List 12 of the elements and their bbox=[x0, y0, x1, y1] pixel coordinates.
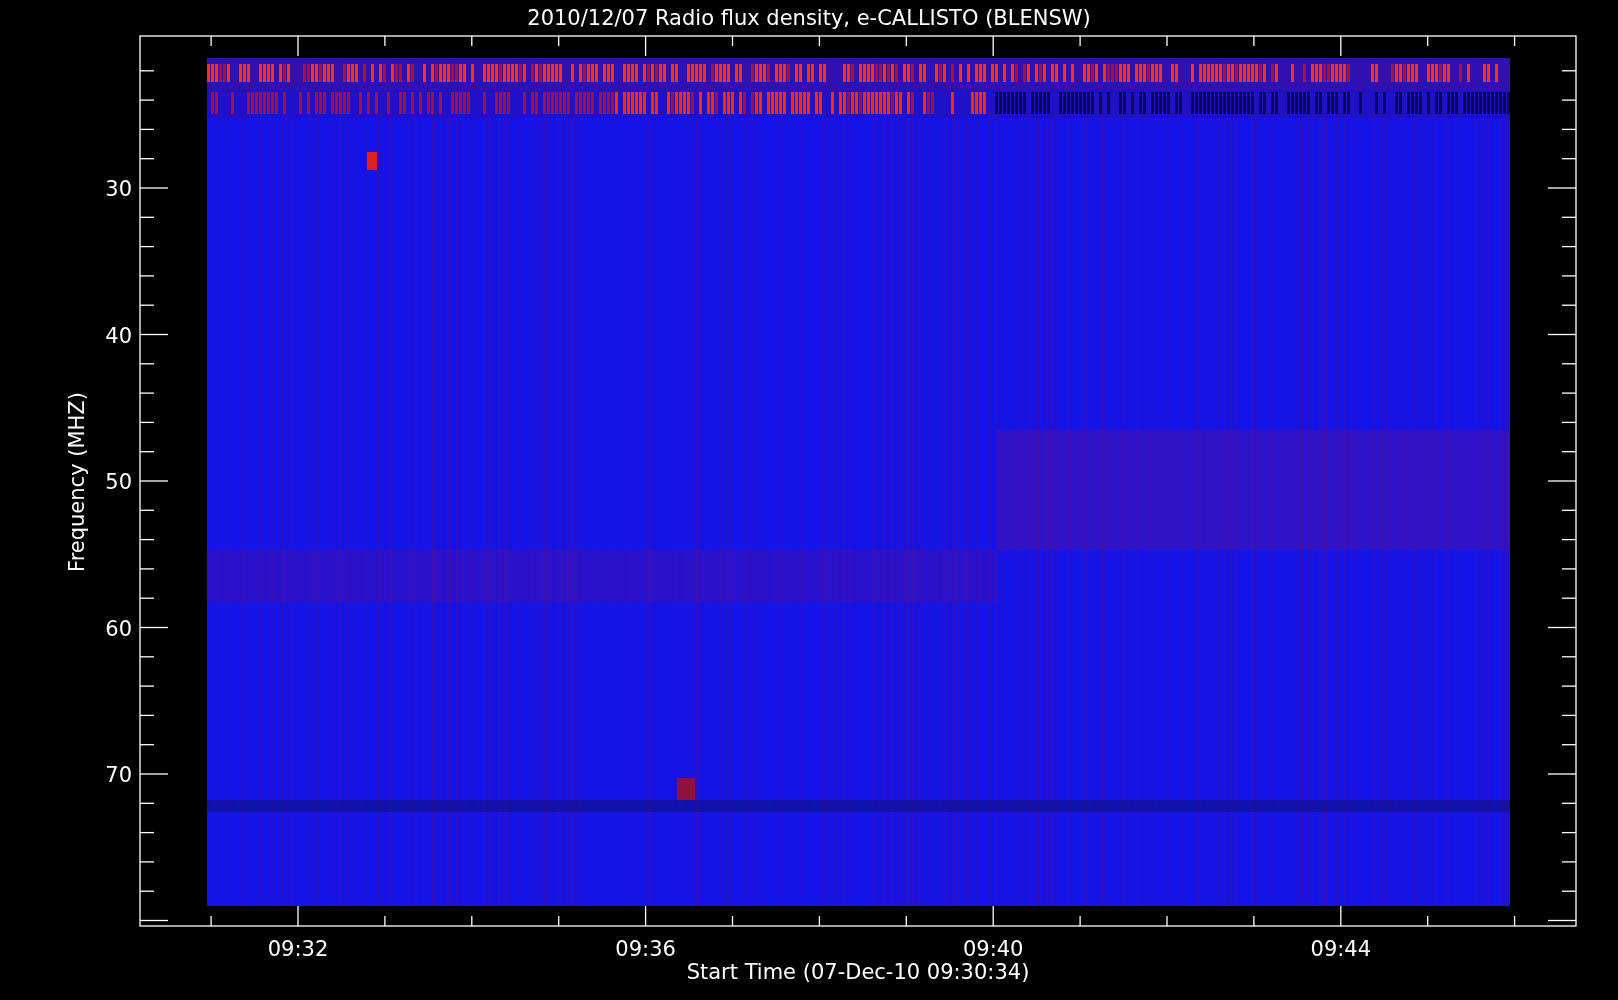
x-axis-title: Start Time (07-Dec-10 09:30:34) bbox=[686, 960, 1030, 984]
chart-title: 2010/12/07 Radio flux density, e-CALLISTO (BLENSW) bbox=[527, 6, 1091, 30]
x-tick-label: 09:32 bbox=[267, 937, 329, 961]
y-tick-label: 50 bbox=[105, 470, 132, 494]
y-axis-title: Frequency (MHZ) bbox=[65, 392, 89, 572]
x-tick-label: 09:44 bbox=[1310, 937, 1372, 961]
x-tick-label: 09:36 bbox=[615, 937, 676, 961]
y-tick-label: 60 bbox=[105, 616, 132, 641]
y-tick-label: 40 bbox=[105, 323, 132, 348]
y-tick-label: 30 bbox=[105, 177, 132, 201]
x-tick-label: 09:40 bbox=[962, 937, 1024, 961]
y-tick-label: 70 bbox=[105, 763, 132, 787]
